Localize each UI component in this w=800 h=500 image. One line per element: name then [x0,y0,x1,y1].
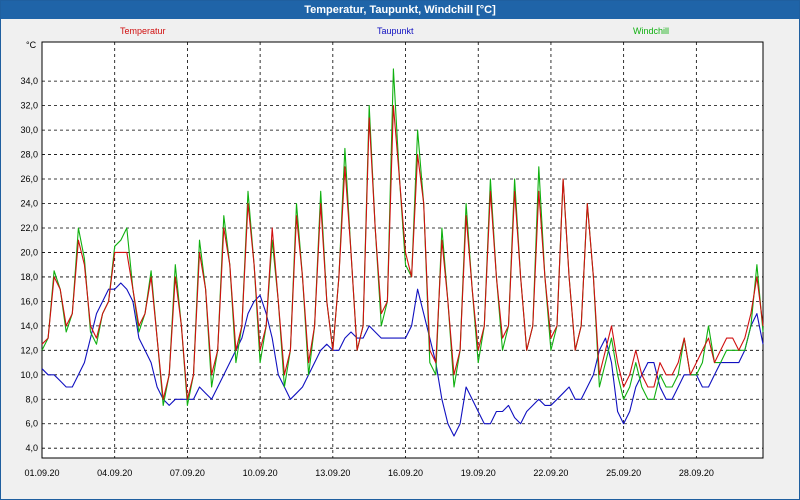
y-tick-label: 14,0 [20,321,38,331]
legend-windchill: Windchill [633,26,669,36]
y-tick-label: 4,0 [25,443,38,453]
x-tick-label: 13.09.20 [315,468,350,478]
y-tick-label: 10,0 [20,370,38,380]
x-tick-label: 04.09.20 [97,468,132,478]
legend-temperatur: Temperatur [120,26,166,36]
y-tick-label: 26,0 [20,174,38,184]
y-tick-label: 24,0 [20,199,38,209]
x-tick-label: 07.09.20 [170,468,205,478]
y-tick-label: 20,0 [20,247,38,257]
x-tick-label: 25.09.20 [606,468,641,478]
y-tick-label: 6,0 [25,419,38,429]
y-tick-label: 34,0 [20,76,38,86]
x-tick-label: 01.09.20 [24,468,59,478]
y-tick-label: 32,0 [20,101,38,111]
x-axis-ticks: 01.09.20 04.09.20 07.09.20 10.09.20 13.09.20… [24,468,713,478]
y-axis-ticks: 4,0 6,0 8,0 10,0 12,0 14,0 16,0 18,0 20,0 22,0 24,… [20,76,38,453]
x-tick-label: 28.09.20 [679,468,714,478]
y-tick-label: 12,0 [20,345,38,355]
y-tick-label: 8,0 [25,394,38,404]
x-tick-label: 10.09.20 [243,468,278,478]
legend-taupunkt: Taupunkt [377,26,414,36]
y-tick-label: 28,0 [20,150,38,160]
x-tick-label: 22.09.20 [533,468,568,478]
chart-svg: 4,0 6,0 8,0 10,0 12,0 14,0 16,0 18,0 20,0 22,0 24,… [20,26,764,478]
y-tick-label: 16,0 [20,296,38,306]
y-tick-label: 18,0 [20,272,38,282]
y-tick-label: 22,0 [20,223,38,233]
x-tick-label: 19.09.20 [461,468,496,478]
x-tick-label: 16.09.20 [388,468,423,478]
y-tick-label: 30,0 [20,125,38,135]
y-axis-label: °C [26,40,37,50]
